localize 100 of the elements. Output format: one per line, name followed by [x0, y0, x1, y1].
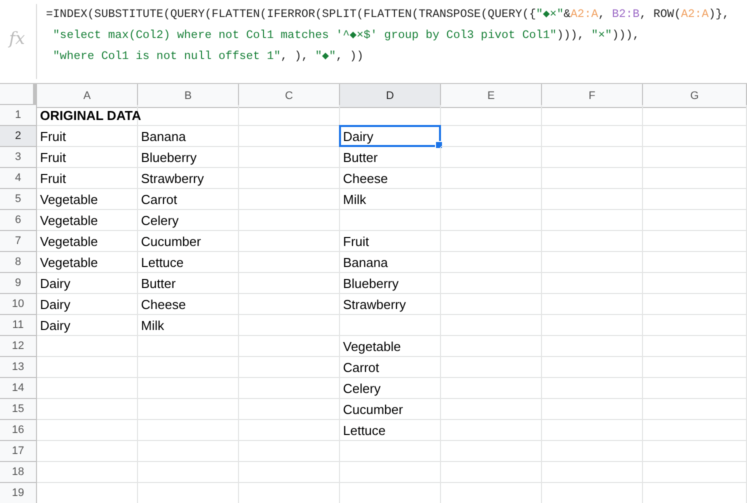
row-header[interactable]: 8: [0, 252, 37, 273]
formula-input[interactable]: =INDEX(SUBSTITUTE(QUERY(FLATTEN(IFERROR(SPLIT(FLATTEN(TRANSPOSE(QUERY({"◆×"&A2:A, B2:B, ROW(A2:A)}, "select max(Col2) where not Col1 matches '^◆×$' group by Col3 pivot Col1"))), "×"))), "where Col1 is not null offset 1", ), "◆", )): [37, 0, 747, 83]
table-cell[interactable]: [643, 357, 747, 378]
table-cell[interactable]: [441, 189, 542, 210]
table-cell[interactable]: [542, 336, 643, 357]
table-cell[interactable]: [542, 315, 643, 336]
table-cell[interactable]: [138, 462, 239, 483]
table-cell[interactable]: [441, 147, 542, 168]
table-cell[interactable]: [239, 357, 340, 378]
table-cell[interactable]: [441, 252, 542, 273]
table-cell[interactable]: [441, 399, 542, 420]
table-cell[interactable]: [643, 336, 747, 357]
table-cell[interactable]: [239, 147, 340, 168]
table-cell[interactable]: [643, 231, 747, 252]
table-cell[interactable]: [441, 336, 542, 357]
table-cell[interactable]: [37, 336, 138, 357]
column-header[interactable]: G: [643, 84, 747, 108]
table-cell[interactable]: [542, 168, 643, 189]
row-header[interactable]: 13: [0, 357, 37, 378]
row-header[interactable]: 3: [0, 147, 37, 168]
column-header[interactable]: D: [340, 84, 441, 108]
row-header[interactable]: 11: [0, 315, 37, 336]
table-cell[interactable]: Dairy: [37, 315, 138, 336]
table-cell[interactable]: Vegetable: [37, 231, 138, 252]
table-cell[interactable]: [542, 105, 643, 126]
table-cell[interactable]: [441, 210, 542, 231]
table-cell[interactable]: [441, 105, 542, 126]
table-cell[interactable]: Banana: [138, 126, 239, 147]
table-cell[interactable]: [542, 210, 643, 231]
table-cell[interactable]: [542, 357, 643, 378]
table-cell[interactable]: [441, 126, 542, 147]
fill-handle[interactable]: [435, 141, 443, 149]
table-cell[interactable]: [643, 441, 747, 462]
table-cell[interactable]: Banana: [340, 252, 441, 273]
table-cell[interactable]: Cucumber: [138, 231, 239, 252]
table-cell[interactable]: Cheese: [340, 168, 441, 189]
table-cell[interactable]: Lettuce: [138, 252, 239, 273]
table-cell[interactable]: Vegetable: [37, 252, 138, 273]
table-cell[interactable]: [239, 168, 340, 189]
table-cell[interactable]: [239, 252, 340, 273]
row-header[interactable]: 15: [0, 399, 37, 420]
row-header[interactable]: 5: [0, 189, 37, 210]
table-cell[interactable]: [643, 273, 747, 294]
table-cell[interactable]: Fruit: [37, 147, 138, 168]
table-cell[interactable]: Butter: [138, 273, 239, 294]
table-cell[interactable]: [37, 462, 138, 483]
table-cell[interactable]: [138, 378, 239, 399]
table-cell[interactable]: [542, 378, 643, 399]
table-cell[interactable]: [542, 462, 643, 483]
column-header[interactable]: F: [542, 84, 643, 108]
table-cell[interactable]: [441, 168, 542, 189]
table-cell[interactable]: Blueberry: [340, 273, 441, 294]
table-cell[interactable]: [542, 420, 643, 441]
table-cell[interactable]: Fruit: [37, 126, 138, 147]
table-cell[interactable]: [643, 126, 747, 147]
column-header[interactable]: E: [441, 84, 542, 108]
table-cell[interactable]: [441, 441, 542, 462]
table-cell[interactable]: Butter: [340, 147, 441, 168]
row-header[interactable]: 1: [0, 105, 37, 126]
table-cell[interactable]: Strawberry: [340, 294, 441, 315]
table-cell[interactable]: Lettuce: [340, 420, 441, 441]
table-cell[interactable]: [643, 105, 747, 126]
table-cell[interactable]: Blueberry: [138, 147, 239, 168]
table-cell[interactable]: [239, 231, 340, 252]
row-header[interactable]: 19: [0, 483, 37, 503]
table-cell[interactable]: [542, 294, 643, 315]
table-cell[interactable]: Vegetable: [340, 336, 441, 357]
table-cell[interactable]: [340, 210, 441, 231]
table-cell[interactable]: [643, 210, 747, 231]
table-cell[interactable]: Fruit: [37, 168, 138, 189]
table-cell[interactable]: [340, 462, 441, 483]
table-cell[interactable]: [37, 357, 138, 378]
column-header[interactable]: B: [138, 84, 239, 108]
table-cell[interactable]: Strawberry: [138, 168, 239, 189]
table-cell[interactable]: [542, 441, 643, 462]
table-cell[interactable]: [340, 441, 441, 462]
table-cell[interactable]: [37, 441, 138, 462]
table-cell[interactable]: [239, 315, 340, 336]
table-cell[interactable]: Milk: [340, 189, 441, 210]
table-cell[interactable]: [542, 252, 643, 273]
table-cell[interactable]: Cheese: [138, 294, 239, 315]
table-cell[interactable]: [542, 147, 643, 168]
table-cell[interactable]: [239, 399, 340, 420]
table-cell[interactable]: [643, 420, 747, 441]
row-header[interactable]: 10: [0, 294, 37, 315]
row-header[interactable]: 16: [0, 420, 37, 441]
table-cell[interactable]: [441, 420, 542, 441]
row-header[interactable]: 18: [0, 462, 37, 483]
table-cell[interactable]: [239, 420, 340, 441]
table-cell[interactable]: Celery: [138, 210, 239, 231]
table-cell[interactable]: [138, 357, 239, 378]
table-cell[interactable]: [643, 189, 747, 210]
row-header[interactable]: 12: [0, 336, 37, 357]
table-cell[interactable]: [441, 315, 542, 336]
table-cell[interactable]: Dairy: [340, 126, 441, 147]
table-cell[interactable]: [643, 378, 747, 399]
row-header[interactable]: 9: [0, 273, 37, 294]
table-cell[interactable]: [643, 252, 747, 273]
table-cell[interactable]: [239, 462, 340, 483]
column-header[interactable]: C: [239, 84, 340, 108]
